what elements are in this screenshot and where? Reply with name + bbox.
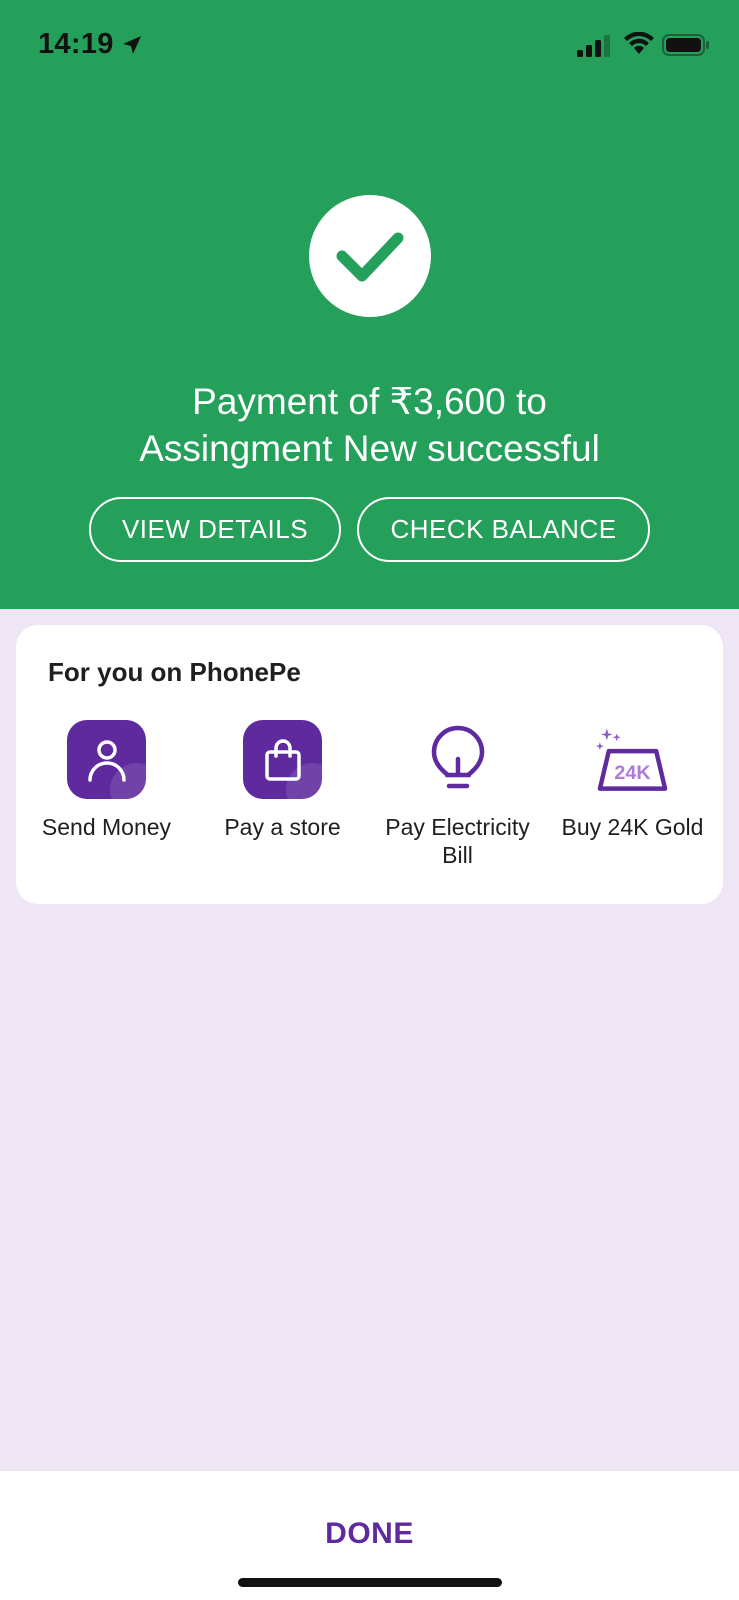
checkmark-icon xyxy=(336,232,404,282)
buy-gold-action[interactable]: 24K Buy 24K Gold xyxy=(545,720,720,841)
status-bar: 14:19 xyxy=(0,0,739,92)
location-arrow-icon xyxy=(123,36,141,54)
buy-gold-label: Buy 24K Gold xyxy=(561,814,704,840)
home-indicator xyxy=(238,1578,502,1587)
battery-icon xyxy=(662,34,709,56)
person-icon xyxy=(87,739,126,782)
pay-store-tile xyxy=(243,720,322,799)
send-money-tile xyxy=(67,720,146,799)
payment-message-line-1: Payment of ₹3,600 to xyxy=(192,381,547,422)
pay-electricity-action[interactable]: Pay Electricity Bill xyxy=(370,720,545,869)
buy-gold-tile: 24K xyxy=(593,720,672,799)
send-money-label: Send Money xyxy=(41,814,172,840)
bottom-bar: DONE xyxy=(0,1470,739,1600)
payment-message-line-2: Assingment New successful xyxy=(139,428,600,469)
pay-store-label: Pay a store xyxy=(224,814,341,840)
payment-message: Payment of ₹3,600 to Assingment New succ… xyxy=(0,378,739,472)
lightbulb-icon xyxy=(431,725,484,788)
for-you-card: For you on PhonePe Send Money Pay a stor… xyxy=(16,625,723,904)
gold-bar-text: 24K xyxy=(614,761,651,783)
pay-store-action[interactable]: Pay a store xyxy=(195,720,370,841)
status-time: 14:19 xyxy=(38,28,114,60)
pay-electricity-label: Pay Electricity Bill xyxy=(385,814,530,868)
success-badge xyxy=(309,195,431,317)
send-money-action[interactable]: Send Money xyxy=(19,720,194,841)
gold-bar-icon: 24K xyxy=(595,727,668,791)
view-details-button[interactable]: VIEW DETAILS xyxy=(89,497,341,562)
wifi-icon xyxy=(624,32,654,54)
pay-electricity-tile xyxy=(418,720,497,799)
for-you-title: For you on PhonePe xyxy=(48,657,301,687)
check-balance-button[interactable]: CHECK BALANCE xyxy=(357,497,650,562)
shopping-bag-icon xyxy=(264,738,301,781)
signal-icon xyxy=(577,35,610,57)
